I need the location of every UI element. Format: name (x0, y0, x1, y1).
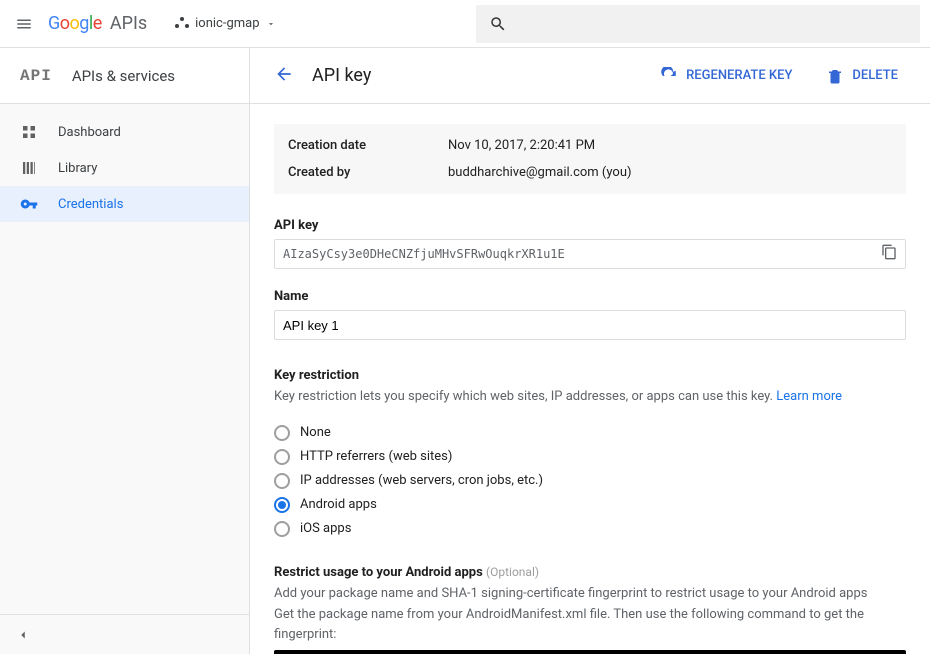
restriction-radio-option[interactable]: HTTP referrers (web sites) (274, 445, 906, 469)
project-selector[interactable]: ionic-gmap (175, 16, 275, 31)
android-section-title: Restrict usage to your Android apps (Opt… (274, 565, 906, 580)
keytool-command-box: $keytool -list -v -keystore mystore.keys… (274, 650, 906, 654)
api-key-value: AIzaSyCsy3e0DHeCNZfjuMHvSFRwOuqkrXR1u1E (283, 247, 881, 261)
restriction-radio-group: None HTTP referrers (web sites) IP address… (274, 421, 906, 541)
google-logo: Google (48, 13, 102, 34)
page-title: API key (312, 65, 371, 86)
sidebar-title: APIs & services (72, 67, 175, 85)
created-by-value: buddharchive@gmail.com (you) (448, 165, 632, 180)
name-label: Name (274, 289, 906, 304)
radio-icon (274, 473, 290, 489)
logo[interactable]: Google APIs (48, 13, 159, 34)
radio-icon (274, 521, 290, 537)
chevron-left-icon (16, 628, 30, 642)
menu-icon (15, 15, 33, 33)
api-mark-icon: API (20, 67, 52, 85)
hamburger-menu-button[interactable] (0, 15, 48, 33)
sidebar-item-library[interactable]: Library (0, 150, 249, 186)
radio-label: Android apps (300, 497, 377, 512)
refresh-icon (660, 67, 678, 85)
creation-date-label: Creation date (288, 138, 448, 153)
radio-label: None (300, 425, 331, 440)
android-helper-1: Add your package name and SHA-1 signing-… (274, 584, 906, 604)
created-by-label: Created by (288, 165, 448, 180)
arrow-left-icon (274, 64, 294, 84)
search-icon (476, 15, 520, 33)
trash-icon (826, 67, 844, 85)
key-icon (20, 195, 38, 213)
dashboard-icon (20, 123, 38, 141)
restriction-radio-option[interactable]: Android apps (274, 493, 906, 517)
delete-button[interactable]: DELETE (818, 59, 906, 93)
restriction-radio-option[interactable]: IP addresses (web servers, cron jobs, et… (274, 469, 906, 493)
sidebar-item-credentials[interactable]: Credentials (0, 186, 249, 222)
regenerate-key-button[interactable]: REGENERATE KEY (652, 59, 800, 93)
library-icon (20, 159, 38, 177)
restriction-radio-option[interactable]: None (274, 421, 906, 445)
search-input[interactable] (520, 16, 920, 32)
api-key-box: AIzaSyCsy3e0DHeCNZfjuMHvSFRwOuqkrXR1u1E (274, 239, 906, 269)
sidebar-header: API APIs & services (0, 48, 249, 104)
sidebar-item-label: Credentials (58, 197, 123, 212)
project-name: ionic-gmap (195, 16, 259, 31)
radio-icon (274, 449, 290, 465)
sidebar-item-label: Library (58, 161, 97, 176)
radio-label: iOS apps (300, 521, 351, 536)
copy-api-key-button[interactable] (881, 244, 897, 264)
api-key-label: API key (274, 218, 906, 233)
chevron-down-icon (266, 19, 276, 29)
android-helper-2: Get the package name from your AndroidMa… (274, 605, 906, 644)
sidebar-collapse-button[interactable] (0, 614, 249, 654)
radio-icon (274, 425, 290, 441)
learn-more-link[interactable]: Learn more (776, 389, 842, 404)
copy-icon (881, 244, 897, 260)
restriction-helper: Key restriction lets you specify which w… (274, 387, 906, 407)
radio-label: HTTP referrers (web sites) (300, 449, 452, 464)
name-input[interactable] (274, 310, 906, 340)
back-button[interactable] (274, 64, 294, 88)
apis-label: APIs (110, 13, 147, 34)
radio-icon (274, 497, 290, 513)
meta-box: Creation date Nov 10, 2017, 2:20:41 PM C… (274, 124, 906, 194)
radio-label: IP addresses (web servers, cron jobs, et… (300, 473, 543, 488)
restriction-radio-option[interactable]: iOS apps (274, 517, 906, 541)
sidebar-item-dashboard[interactable]: Dashboard (0, 114, 249, 150)
sidebar-item-label: Dashboard (58, 125, 121, 140)
search-bar[interactable] (476, 5, 920, 43)
creation-date-value: Nov 10, 2017, 2:20:41 PM (448, 138, 595, 153)
project-icon (175, 17, 189, 31)
restriction-title: Key restriction (274, 368, 906, 383)
